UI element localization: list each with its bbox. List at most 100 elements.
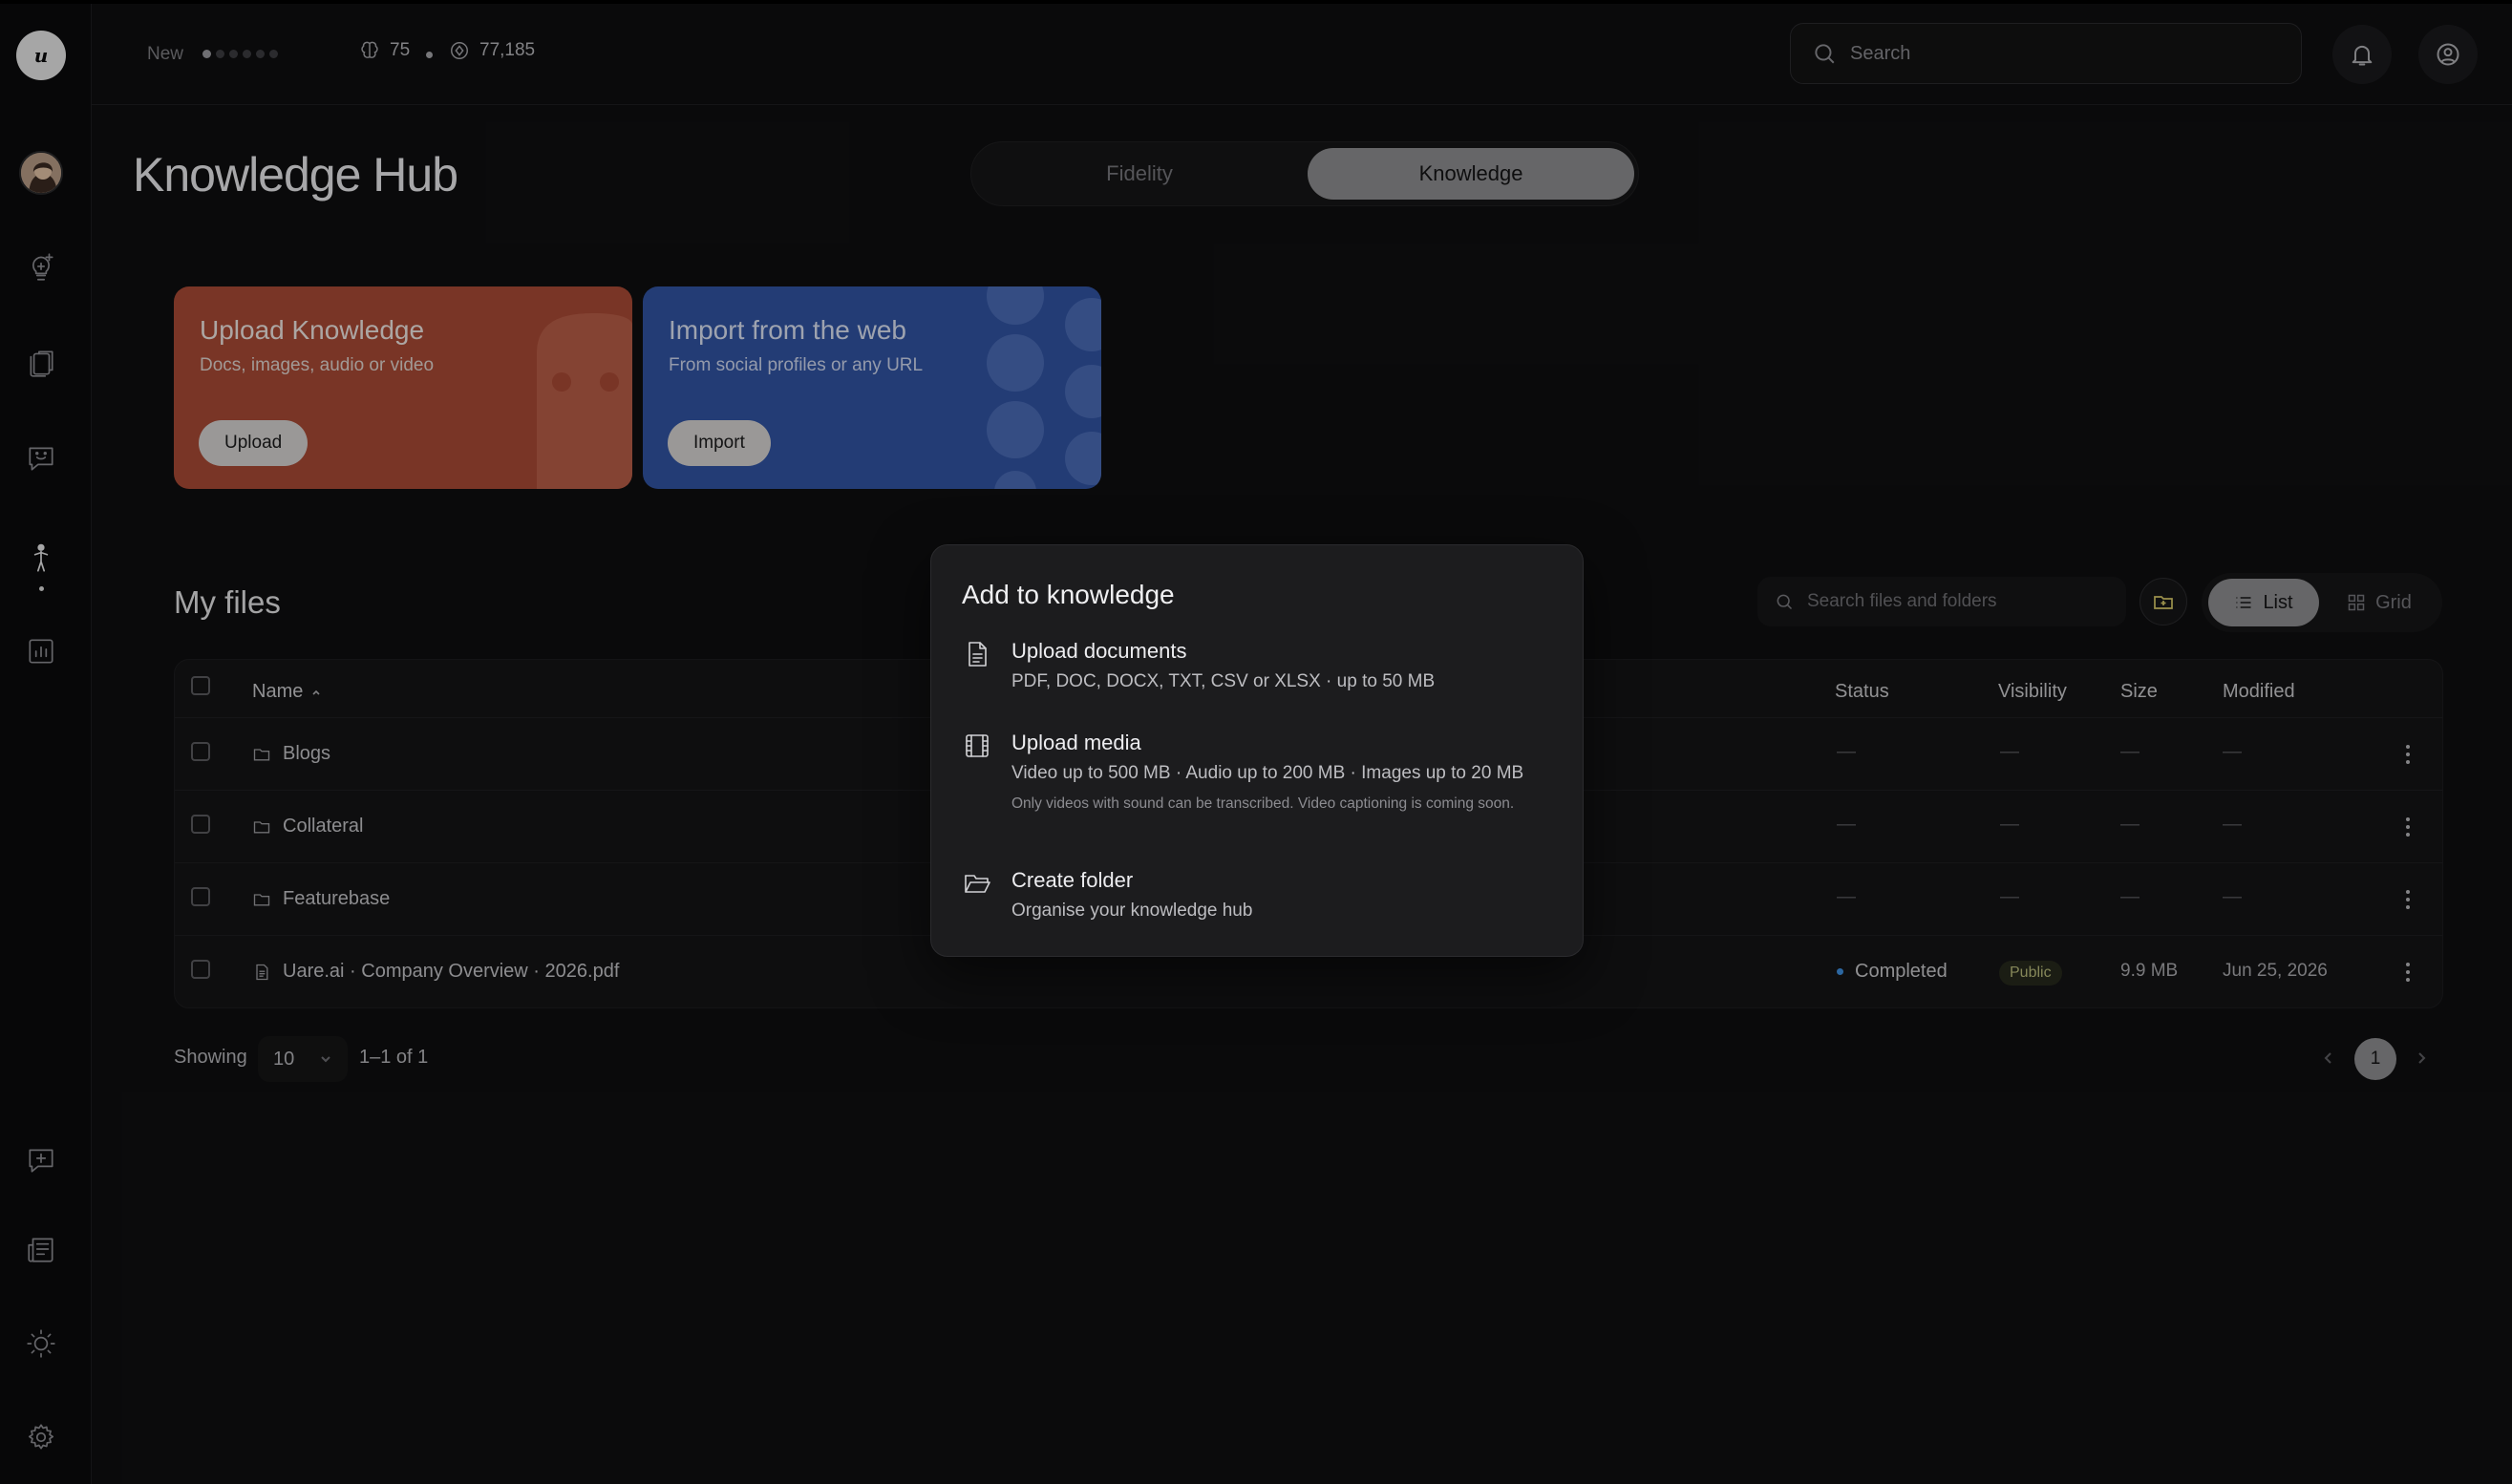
account-button[interactable] xyxy=(2418,25,2478,84)
tab-fidelity[interactable]: Fidelity xyxy=(977,148,1302,200)
stat-brain: 75 xyxy=(359,40,410,61)
column-name[interactable]: Name xyxy=(252,681,322,703)
option-description: PDF, DOC, DOCX, TXT, CSV or XLSX · up to… xyxy=(1011,671,1436,691)
option-description: Organise your knowledge hub xyxy=(1011,901,1253,921)
section-title: My files xyxy=(174,584,281,620)
chevron-down-icon xyxy=(321,1056,330,1063)
row-status: — xyxy=(1837,886,1856,907)
user-circle-icon xyxy=(2437,43,2459,66)
stat-credits-value: 77,185 xyxy=(479,40,536,60)
analytics-icon[interactable] xyxy=(21,631,61,671)
page-1-button[interactable]: 1 xyxy=(2354,1038,2396,1080)
option-title: Create folder xyxy=(1011,868,1134,892)
import-card-subtitle: From social profiles or any URL xyxy=(669,355,924,375)
row-size: — xyxy=(2120,886,2139,907)
list-icon xyxy=(2236,597,2251,608)
search-icon xyxy=(1815,44,1835,64)
view-grid-button[interactable]: Grid xyxy=(2324,579,2435,626)
column-modified[interactable]: Modified xyxy=(2223,681,2295,703)
upload-button[interactable]: Upload xyxy=(199,420,309,466)
view-grid-label: Grid xyxy=(2375,591,2412,613)
lightbulb-plus-icon[interactable] xyxy=(21,247,61,287)
notifications-button[interactable] xyxy=(2332,25,2392,84)
bell-icon xyxy=(2352,45,2373,66)
option-note: Only videos with sound can be transcribe… xyxy=(1011,795,1515,812)
row-checkbox[interactable] xyxy=(191,887,210,906)
card-decoration xyxy=(987,286,1101,489)
search-input[interactable] xyxy=(1850,42,2251,65)
sun-icon[interactable] xyxy=(21,1324,61,1364)
view-list-button[interactable]: List xyxy=(2208,579,2319,626)
import-button[interactable]: Import xyxy=(668,420,771,466)
row-menu-button[interactable] xyxy=(2400,814,2416,840)
files-search[interactable] xyxy=(1757,577,2126,626)
page-title: Knowledge Hub xyxy=(133,148,458,201)
row-visibility: — xyxy=(2000,814,2019,835)
next-page-button[interactable] xyxy=(2410,1045,2433,1071)
row-menu-button[interactable] xyxy=(2400,741,2416,768)
visibility-badge: Public xyxy=(1999,961,2062,986)
upload-card-subtitle: Docs, images, audio or video xyxy=(200,355,435,375)
option-description: Video up to 500 MB · Audio up to 200 MB … xyxy=(1011,763,1524,783)
row-size: 9.9 MB xyxy=(2120,961,2179,981)
film-icon xyxy=(966,734,989,757)
new-folder-button[interactable] xyxy=(2139,578,2187,625)
row-checkbox[interactable] xyxy=(191,742,210,761)
upload-card-title: Upload Knowledge xyxy=(200,315,425,345)
column-visibility[interactable]: Visibility xyxy=(1998,681,2067,703)
gear-icon[interactable] xyxy=(21,1417,61,1457)
brain-icon xyxy=(361,41,378,58)
column-size[interactable]: Size xyxy=(2120,681,2158,703)
row-name[interactable]: Featurebase xyxy=(252,888,390,910)
row-name[interactable]: Uare.ai · Company Overview · 2026.pdf xyxy=(252,961,619,983)
top-bar: New 75 77,185 xyxy=(92,4,2512,105)
row-checkbox[interactable] xyxy=(191,815,210,834)
row-modified: Jun 25, 2026 xyxy=(2223,961,2328,981)
select-all-checkbox[interactable] xyxy=(191,676,210,695)
folder-plus-icon xyxy=(2154,596,2173,609)
chat-face-icon[interactable] xyxy=(21,438,61,478)
tab-knowledge[interactable]: Knowledge xyxy=(1308,148,1634,200)
menu-title: Add to knowledge xyxy=(962,580,1175,609)
upload-media-option[interactable]: Upload media Video up to 500 MB · Audio … xyxy=(954,727,1562,841)
folder-open-icon xyxy=(965,875,990,893)
row-menu-button[interactable] xyxy=(2400,886,2416,913)
folder-icon xyxy=(253,893,270,905)
global-search[interactable] xyxy=(1790,23,2302,84)
chevron-right-icon xyxy=(2418,1052,2426,1064)
row-name[interactable]: Collateral xyxy=(252,816,363,837)
page-size-select[interactable]: 10 xyxy=(258,1036,348,1082)
row-checkbox[interactable] xyxy=(191,960,210,979)
avatar[interactable] xyxy=(19,151,63,195)
avatar-image xyxy=(21,153,61,193)
row-modified: — xyxy=(2223,814,2242,835)
row-menu-button[interactable] xyxy=(2400,959,2416,986)
row-visibility: — xyxy=(2000,886,2019,907)
row-status: Completed xyxy=(1837,961,1948,983)
prev-page-button[interactable] xyxy=(2317,1045,2340,1071)
person-icon[interactable] xyxy=(21,539,61,579)
app-logo[interactable]: u xyxy=(16,31,66,80)
news-icon[interactable] xyxy=(21,1229,61,1269)
create-folder-option[interactable]: Create folder Organise your knowledge hu… xyxy=(954,864,1562,931)
library-icon[interactable] xyxy=(21,343,61,383)
view-list-label: List xyxy=(2263,591,2293,613)
row-status: — xyxy=(1837,814,1856,835)
status-dot xyxy=(1837,968,1843,975)
new-label: New xyxy=(147,44,184,64)
range-label: 1–1 of 1 xyxy=(359,1047,429,1068)
row-name[interactable]: Blogs xyxy=(252,743,330,765)
import-web-card[interactable]: Import from the web From social profiles… xyxy=(643,286,1101,489)
document-icon xyxy=(256,964,268,980)
row-status: — xyxy=(1837,741,1856,762)
upload-documents-option[interactable]: Upload documents PDF, DOC, DOCX, TXT, CS… xyxy=(954,635,1562,702)
card-decoration xyxy=(537,313,632,489)
grid-icon xyxy=(2348,594,2365,611)
column-status[interactable]: Status xyxy=(1835,681,1889,703)
chat-plus-icon[interactable] xyxy=(21,1140,61,1180)
option-title: Upload documents xyxy=(1011,639,1187,663)
files-search-input[interactable] xyxy=(1807,591,2113,612)
import-card-title: Import from the web xyxy=(669,315,906,345)
mode-switch: Fidelity Knowledge xyxy=(970,141,1639,206)
upload-knowledge-card[interactable]: Upload Knowledge Docs, images, audio or … xyxy=(174,286,632,489)
